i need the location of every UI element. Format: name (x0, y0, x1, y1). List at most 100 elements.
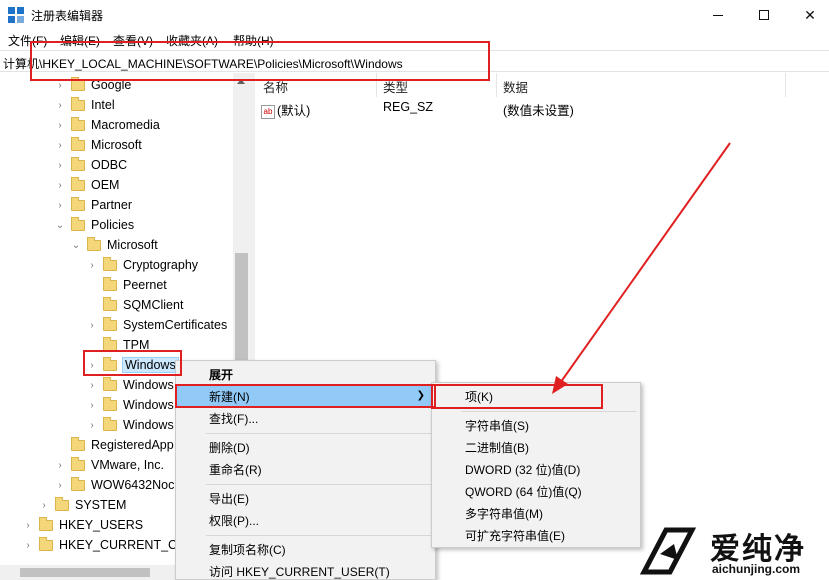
maximize-button[interactable] (741, 0, 787, 30)
folder-icon (103, 376, 117, 391)
submenu-item-string[interactable]: 字符串值(S) (432, 414, 640, 436)
chevron-right-icon[interactable]: › (55, 480, 65, 491)
tree-node-label: HKEY_USERS (59, 518, 144, 532)
tree-node[interactable]: › OEM (55, 175, 119, 195)
tree-node-label: RegisteredApp (91, 438, 174, 452)
tree-node[interactable]: › VMware, Inc. (55, 455, 164, 475)
tree-node[interactable]: › SYSTEM (39, 495, 126, 515)
column-divider[interactable] (785, 73, 786, 97)
folder-icon (71, 156, 85, 171)
value-name[interactable]: ab (默认) (261, 100, 310, 119)
folder-icon (71, 136, 85, 151)
chevron-right-icon[interactable]: › (55, 200, 65, 211)
tree-node[interactable]: › Windows (87, 415, 174, 435)
minimize-icon (713, 14, 723, 16)
column-header-data[interactable]: 数据 (503, 77, 528, 96)
menu-item-export[interactable]: 导出(E) (176, 487, 435, 509)
chevron-down-icon[interactable]: ⌄ (55, 220, 65, 231)
folder-icon (71, 436, 85, 451)
tree-node[interactable]: › Cryptography (87, 255, 198, 275)
regedit-app-icon (8, 7, 24, 23)
menu-item-copy-key-name[interactable]: 复制项名称(C) (176, 538, 435, 560)
tree-node[interactable]: › SystemCertificates (87, 315, 227, 335)
menu-item-find[interactable]: 查找(F)... (176, 407, 435, 429)
tree-node[interactable]: ⌄ Policies (55, 215, 134, 235)
menu-separator (206, 433, 431, 434)
value-type: REG_SZ (383, 100, 434, 114)
annotation-box-windows-key (83, 350, 182, 376)
menu-separator (206, 484, 431, 485)
scroll-thumb[interactable] (20, 568, 150, 577)
tree-node[interactable]: ⌄ Microsoft (71, 235, 158, 255)
tree-node[interactable]: › Partner (55, 195, 132, 215)
watermark-logo: 爱纯净 aichunjing.com (640, 524, 829, 580)
tree-node[interactable]: RegisteredApp (55, 435, 174, 455)
chevron-right-icon[interactable]: › (39, 500, 49, 511)
chevron-right-icon[interactable]: › (55, 140, 65, 151)
menu-item-permissions[interactable]: 权限(P)... (176, 509, 435, 531)
submenu-item-qword[interactable]: QWORD (64 位)值(Q) (432, 480, 640, 502)
folder-icon (87, 236, 101, 251)
tree-node-label: OEM (91, 178, 120, 192)
tree-node-label: Windows (123, 398, 174, 412)
menu-item-expand[interactable]: 展开 (176, 363, 435, 385)
tree-node-label: Windows (123, 418, 174, 432)
column-divider[interactable] (496, 73, 497, 97)
chevron-right-icon[interactable]: › (87, 320, 97, 331)
chevron-right-icon[interactable]: › (87, 420, 97, 431)
close-button[interactable]: ✕ (787, 0, 829, 30)
window-title: 注册表编辑器 (31, 9, 104, 23)
folder-icon (71, 116, 85, 131)
folder-icon (71, 216, 85, 231)
scroll-thumb[interactable] (235, 253, 248, 373)
submenu-item-dword[interactable]: DWORD (32 位)值(D) (432, 458, 640, 480)
chevron-right-icon[interactable]: › (87, 400, 97, 411)
tree-node[interactable]: › Intel (55, 95, 115, 115)
minimize-button[interactable] (695, 0, 741, 30)
tree-node[interactable]: › Windows (87, 395, 174, 415)
folder-icon (71, 96, 85, 111)
menu-item-rename[interactable]: 重命名(R) (176, 458, 435, 480)
watermark-url: aichunjing.com (712, 562, 801, 576)
folder-icon (71, 196, 85, 211)
submenu-item-expandable-string[interactable]: 可扩充字符串值(E) (432, 524, 640, 546)
folder-icon (71, 176, 85, 191)
chevron-right-icon[interactable]: › (87, 260, 97, 271)
chevron-right-icon[interactable]: › (55, 80, 65, 91)
tree-node[interactable]: › WOW6432Noc (55, 475, 174, 495)
annotation-box-key (431, 384, 603, 409)
menu-item-delete[interactable]: 删除(D) (176, 436, 435, 458)
chevron-right-icon[interactable]: › (55, 460, 65, 471)
folder-icon (103, 296, 117, 311)
menu-separator (462, 411, 636, 412)
tree-node[interactable]: › ODBC (55, 155, 127, 175)
chevron-right-icon[interactable]: › (87, 380, 97, 391)
tree-node[interactable]: › Windows (87, 375, 174, 395)
menu-separator (206, 535, 431, 536)
string-value-icon: ab (261, 104, 275, 119)
tree-node-label: HKEY_CURRENT_CO (59, 538, 187, 552)
value-data: (数值未设置) (503, 104, 574, 118)
chevron-right-icon[interactable]: › (23, 540, 33, 551)
chevron-right-icon[interactable]: › (55, 180, 65, 191)
folder-icon (71, 456, 85, 471)
tree-node[interactable]: › Macromedia (55, 115, 160, 135)
folder-icon (71, 476, 85, 491)
chevron-right-icon[interactable]: › (55, 120, 65, 131)
tree-node[interactable]: › HKEY_CURRENT_CO (23, 535, 187, 555)
submenu-item-binary[interactable]: 二进制值(B) (432, 436, 640, 458)
submenu-item-multi-string[interactable]: 多字符串值(M) (432, 502, 640, 524)
chevron-right-icon[interactable]: › (55, 100, 65, 111)
tree-node[interactable]: Peernet (87, 275, 167, 295)
tree-node-label: Microsoft (91, 138, 142, 152)
tree-node[interactable]: SQMClient (87, 295, 183, 315)
folder-icon (103, 276, 117, 291)
tree-node[interactable]: › Microsoft (55, 135, 142, 155)
tree-node[interactable]: › HKEY_USERS (23, 515, 143, 535)
chevron-right-icon[interactable]: › (23, 520, 33, 531)
menu-item-goto-hkcu[interactable]: 访问 HKEY_CURRENT_USER(T) (176, 560, 435, 580)
chevron-down-icon[interactable]: ⌄ (71, 240, 81, 251)
folder-icon (71, 76, 85, 91)
tree-node-label: Peernet (123, 278, 167, 292)
chevron-right-icon[interactable]: › (55, 160, 65, 171)
